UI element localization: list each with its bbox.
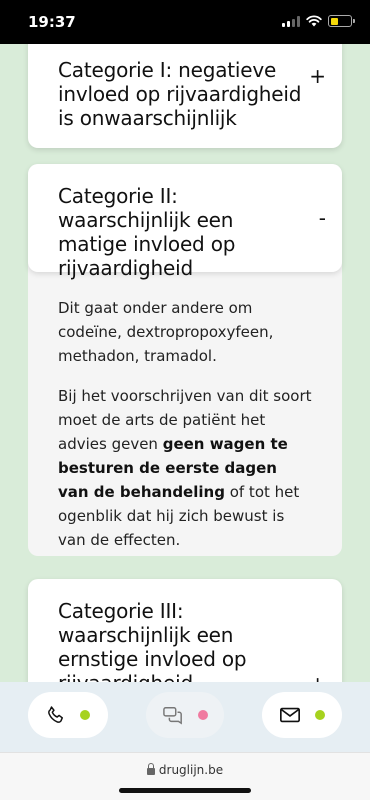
status-dot [198,710,208,720]
expand-icon[interactable]: + [309,66,326,86]
accordion-title: Categorie I: negatieve invloed op rijvaa… [58,58,302,130]
mail-button[interactable] [262,692,342,738]
chat-button[interactable] [146,692,224,738]
accordion-content: Categorie I: negatieve invloed op rijvaa… [0,44,370,682]
status-time: 19:37 [28,13,76,31]
collapse-icon[interactable]: - [319,208,326,228]
status-dot [315,710,325,720]
accordion-category-3[interactable]: Categorie III: waarschijnlijk een ernsti… [28,579,342,682]
status-bar: 19:37 [0,0,370,44]
phone-button[interactable] [28,692,108,738]
body-paragraph: Dit gaat onder andere om codeïne, dextro… [58,299,274,365]
status-dot [80,710,90,720]
phone-icon [48,706,63,723]
url-text: druglijn.be [158,763,224,777]
accordion-title: Categorie III: waarschijnlijk een ernsti… [58,599,247,682]
expand-icon[interactable]: + [309,674,326,682]
mail-icon [280,707,300,723]
home-indicator[interactable] [119,788,251,793]
body-paragraph: Bij het voorschrijven van dit soort moet… [58,387,312,549]
accordion-category-1[interactable]: Categorie I: negatieve invloed op rijvaa… [28,44,342,148]
lock-icon [146,763,155,775]
signal-icon [282,15,300,27]
accordion-category-2[interactable]: Categorie II: waarschijnlijk een matige … [28,164,342,280]
chat-icon [163,707,182,725]
wifi-icon [306,15,322,27]
battery-icon [328,15,355,27]
contact-action-bar [0,682,370,752]
accordion-body: Dit gaat onder andere om codeïne, dextro… [28,272,342,568]
accordion-title: Categorie II: waarschijnlijk een matige … [58,184,236,280]
